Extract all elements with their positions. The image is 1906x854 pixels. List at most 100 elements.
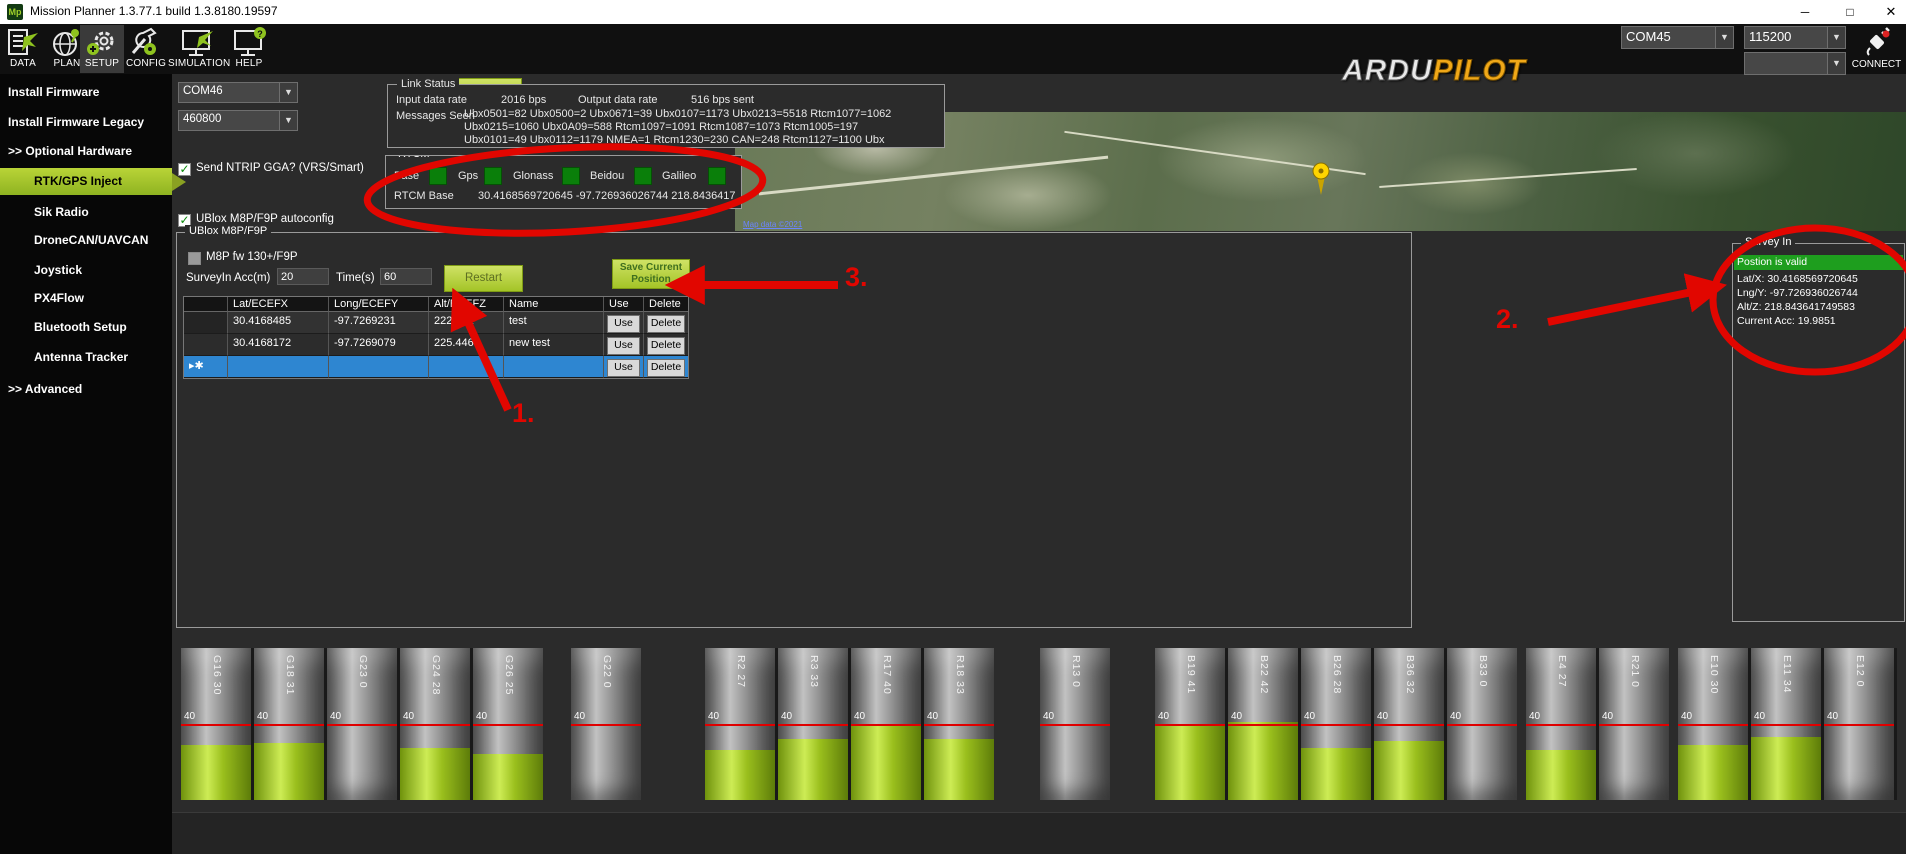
window-title: Mission Planner 1.3.77.1 build 1.3.8180.…: [30, 4, 278, 18]
delete-button[interactable]: Delete: [647, 359, 685, 377]
cell-alt[interactable]: 222.372: [429, 312, 504, 334]
chevron-down-icon[interactable]: ▼: [1827, 53, 1845, 74]
title-bar: Mp Mission Planner 1.3.77.1 build 1.3.81…: [0, 0, 1906, 24]
delete-button[interactable]: Delete: [647, 315, 685, 333]
connect-extra-combo[interactable]: ▼: [1744, 52, 1846, 75]
sidebar-item-advanced[interactable]: >> Advanced: [0, 376, 172, 402]
tab-config[interactable]: CONFIG: [126, 25, 166, 73]
satellite-bar-label: R21 0: [1629, 655, 1641, 688]
map-road: [1379, 168, 1636, 188]
col-name[interactable]: Name: [504, 297, 604, 312]
sidebar-item-optional-hardware[interactable]: >> Optional Hardware: [0, 138, 172, 164]
sidebar-item-joystick[interactable]: Joystick: [0, 257, 172, 283]
sidebar-item-px4flow[interactable]: PX4Flow: [0, 285, 172, 311]
map-road: [759, 156, 1109, 196]
cell-name[interactable]: new test: [504, 334, 604, 356]
tab-help[interactable]: ? HELP: [228, 25, 270, 73]
satellite-bar: 40E4 27: [1526, 648, 1596, 800]
m8p-fw-checkbox[interactable]: [188, 252, 201, 265]
tab-setup-label: SETUP: [80, 58, 124, 69]
config-icon: [129, 27, 163, 59]
status-strip: [172, 812, 1906, 854]
survey-in-group: Survey In Postion is valid Lat/X: 30.416…: [1732, 243, 1905, 622]
gps-port-combo[interactable]: COM46 ▼: [178, 82, 298, 103]
sidebar-item-antenna-tracker[interactable]: Antenna Tracker: [0, 344, 172, 370]
sidebar-item-install-firmware[interactable]: Install Firmware: [0, 79, 172, 105]
satellite-bar: 40G22 0: [571, 648, 641, 800]
chevron-down-icon[interactable]: ▼: [1715, 27, 1733, 48]
satellite-bar: 40B33 0: [1447, 648, 1517, 800]
use-button[interactable]: Use: [607, 359, 641, 377]
survey-status-badge: Postion is valid: [1734, 255, 1903, 270]
cell-lat[interactable]: 30.4168485: [228, 312, 329, 334]
satellite-bar: 40G24 28: [400, 648, 470, 800]
time-label: Time(s): [336, 272, 375, 284]
cell-name[interactable]: test: [504, 312, 604, 334]
satellite-bar: 40B22 42: [1228, 648, 1298, 800]
save-button-line1: Save Current: [620, 262, 682, 273]
cell-lng[interactable]: -97.7269079: [329, 334, 429, 356]
table-row[interactable]: 30.4168172 -97.7269079 225.446 new test …: [184, 334, 688, 356]
satellite-bar: 40R17 40: [851, 648, 921, 800]
app-icon: Mp: [7, 4, 23, 20]
satellite-bar-label: E10 30: [1708, 655, 1720, 694]
chevron-down-icon[interactable]: ▼: [279, 83, 297, 102]
tab-config-label: CONFIG: [126, 58, 166, 69]
chevron-down-icon[interactable]: ▼: [279, 111, 297, 130]
tab-data[interactable]: DATA: [2, 25, 44, 73]
rtcm-gps-led-label: Gps: [458, 170, 478, 182]
use-button[interactable]: Use: [607, 315, 641, 333]
snr-threshold-line: [1526, 724, 1596, 726]
autoconfig-label: UBlox M8P/F9P autoconfig: [196, 213, 334, 225]
col-lat[interactable]: Lat/ECEFX: [228, 297, 329, 312]
sidebar-item-bluetooth-setup[interactable]: Bluetooth Setup: [0, 314, 172, 340]
tab-simulation-label: SIMULATION: [168, 58, 226, 69]
col-alt[interactable]: Alt/ECEFZ: [429, 297, 504, 312]
restart-button[interactable]: Restart: [444, 265, 523, 292]
glonass-led: [562, 167, 580, 185]
cell-alt[interactable]: 225.446: [429, 334, 504, 356]
sidebar-item-sik-radio[interactable]: Sik Radio: [0, 199, 172, 225]
tab-setup[interactable]: SETUP: [80, 25, 124, 73]
ntrip-gga-checkbox[interactable]: ✓: [178, 163, 191, 176]
surveyin-acc-input[interactable]: [277, 268, 329, 285]
satellite-bar: 40G26 25: [473, 648, 543, 800]
satellite-bar-label: G16 30: [211, 655, 223, 695]
gps-baud-combo[interactable]: 460800 ▼: [178, 110, 298, 131]
table-row-selected-new[interactable]: ▸✱ Use Delete: [184, 356, 688, 378]
delete-button[interactable]: Delete: [647, 337, 685, 355]
col-use[interactable]: Use: [604, 297, 644, 312]
snr-threshold-line: [254, 724, 324, 726]
snr-bar-group-glonass2: 40R13 0: [1040, 648, 1110, 800]
sidebar-item-rtk-gps-inject[interactable]: RTK/GPS Inject: [0, 168, 172, 195]
snr-bar-group-galileo: 40E4 27 40R21 0: [1526, 648, 1669, 800]
save-current-position-button[interactable]: Save Current Position: [612, 259, 690, 289]
use-button[interactable]: Use: [607, 337, 641, 355]
col-delete[interactable]: Delete: [644, 297, 688, 312]
sidebar-item-install-firmware-legacy[interactable]: Install Firmware Legacy: [0, 109, 172, 135]
snr-bar-group-gps: 40G16 30 40G18 31 40G23 0 40G24 28 40G26…: [181, 648, 543, 800]
mission-planner-window: Mp Mission Planner 1.3.77.1 build 1.3.81…: [0, 0, 1906, 854]
sidebar-item-dronecan-uavcan[interactable]: DroneCAN/UAVCAN: [0, 227, 172, 253]
rtcm-base-label: RTCM Base: [394, 190, 454, 202]
connect-port-combo[interactable]: COM45 ▼: [1621, 26, 1734, 49]
time-input[interactable]: [380, 268, 432, 285]
minimize-button[interactable]: ─: [1790, 0, 1820, 24]
map-pin-icon: [1311, 162, 1331, 196]
annotation-arrow-2: [1548, 287, 1716, 322]
satellite-bar-label: G24 28: [430, 655, 442, 695]
maximize-button[interactable]: □: [1835, 0, 1865, 24]
cell-lng[interactable]: -97.7269231: [329, 312, 429, 334]
ntrip-gga-label: Send NTRIP GGA? (VRS/Smart): [196, 162, 364, 174]
col-lng[interactable]: Long/ECEFY: [329, 297, 429, 312]
connect-button[interactable]: CONNECT: [1848, 26, 1905, 74]
connect-baud-combo[interactable]: 115200 ▼: [1744, 26, 1846, 49]
tab-simulation[interactable]: SIMULATION: [168, 25, 226, 73]
chevron-down-icon[interactable]: ▼: [1827, 27, 1845, 48]
close-button[interactable]: ✕: [1876, 0, 1906, 24]
rtcm-group: RTCM Base Gps Glonass Beidou Galileo RTC…: [385, 155, 742, 209]
table-row[interactable]: 30.4168485 -97.7269231 222.372 test Use …: [184, 312, 688, 334]
map-attribution: Map data ©2021: [743, 220, 802, 229]
cell-lat[interactable]: 30.4168172: [228, 334, 329, 356]
plug-icon: [1862, 26, 1892, 56]
